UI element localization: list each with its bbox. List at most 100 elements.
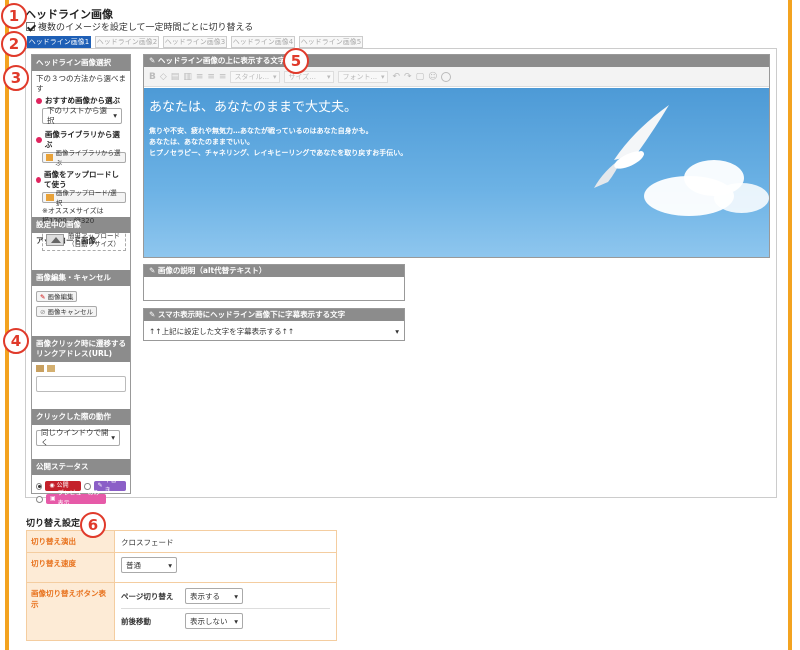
status-preview-pill[interactable]: ▣ プレビューのみ表示 [46,490,106,507]
callout-badge-3: 3 [3,65,29,91]
pencil-icon: ✎ [40,292,46,301]
chevron-down-icon: ▾ [113,111,117,120]
table-row: 切り替え速度 普通 ▾ [26,552,337,583]
cancel-icon: ⊘ [40,307,46,316]
chevron-down-icon: ▾ [168,560,172,570]
link-url-input[interactable] [36,376,126,392]
status-draft-radio[interactable] [84,482,91,490]
image-edit-button[interactable]: ✎ 画像編集 [36,291,78,302]
speed-select[interactable]: 普通 ▾ [121,557,177,573]
status-public-radio[interactable] [36,482,43,490]
select-intro: 下の３つの方法から選べます [36,74,126,93]
style-select[interactable]: スタイル... ▾ [230,70,281,83]
multi-image-toggle[interactable]: 複数のイメージを設定して一定時間ごとに切り替える [26,20,253,33]
prevnext-label: 前後移動 [121,616,151,626]
callout-badge-6: 6 [80,512,106,538]
editor-toolbar: B ◇ ▤ ▥ ≡ ≡ ≡ スタイル... ▾ サイズ... ▾ フォント... ▾ … [144,67,769,87]
status-heading: 公開ステータス [32,459,130,475]
status-preview-radio[interactable] [36,495,43,503]
bullet-dot-icon [36,177,42,183]
speed-select-value: 普通 [126,560,141,570]
click-action-value: 同じウインドウで開く [41,428,109,447]
image-icon[interactable]: ▢ [416,72,425,82]
image-cancel-label: 画像キャンセル [47,307,93,316]
font-select[interactable]: フォント... ▾ [338,70,389,83]
smiley-icon[interactable]: ☺ [428,72,437,82]
effect-value: クロスフェード [114,530,337,553]
link-url-heading: 画像クリック時に遷移するリンクアドレス(URL) [32,336,130,362]
bullet-dot-icon [36,137,42,143]
overlay-text-editor: ✎ ヘッドライン画像の上に表示する文字 B ◇ ▤ ▥ ≡ ≡ ≡ スタイル..… [143,54,770,258]
prevnext-value: 表示しない [190,616,228,626]
image-edit-label: 画像編集 [47,292,74,301]
link-icon[interactable] [36,365,44,372]
right-orange-rail [788,0,792,650]
speed-label: 切り替え速度 [26,552,115,583]
upload-thumbnail-icon [46,234,64,246]
pencil-icon: ✎ [149,56,158,65]
banner-line-3: ヒプノセラピー、チャネリング、レイキヒーリングであなたを取り戻すお手伝い。 [149,149,408,157]
caption-box: ✎ スマホ表示時にヘッドライン画像下に字幕表示する文字 ↑↑上記に設定した文字を… [143,308,405,341]
caption-heading: スマホ表示時にヘッドライン画像下に字幕表示する文字 [157,310,346,319]
unlink-icon[interactable] [47,365,55,372]
tab-headline-2[interactable]: ヘッドライン画像2 [95,36,159,48]
prevnext-select[interactable]: 表示しない ▾ [185,613,243,629]
recommend-label: おすすめ画像から選ぶ [45,96,120,105]
status-preview-label: プレビューのみ表示 [57,490,100,507]
page-switch-label: ページ切り替え [121,591,174,601]
switch-settings-table: 切り替え演出 クロスフェード 切り替え速度 普通 ▾ 画像切り替えボタン表示 ペー… [26,530,337,641]
headline-settings-panel: ヘッドライン画像選択 下の３つの方法から選べます おすすめ画像から選ぶ 下のリス… [25,48,777,507]
upload-button-label: 画像アップロード/選択 [55,188,117,207]
align-right-icon[interactable]: ≡ [219,72,227,82]
chevron-down-icon: ▾ [380,72,385,81]
upload-icon [46,194,54,201]
tab-headline-3[interactable]: ヘッドライン画像3 [163,36,227,48]
multi-image-label: 複数のイメージを設定して一定時間ごとに切り替える [38,23,254,33]
chevron-down-icon: ▾ [234,591,238,601]
image-cancel-button[interactable]: ⊘ 画像キャンセル [36,306,97,317]
seagull-graphic [594,105,669,188]
preview-icon: ▣ [50,495,56,502]
status-draft-label: 下書き [104,477,117,494]
callout-badge-5: 5 [283,48,309,74]
headline-tabs: ヘッドライン画像1 ヘッドライン画像2 ヘッドライン画像3 ヘッドライン画像4 … [27,36,363,48]
banner-body: 焦りや不安、疲れや無気力…あなたが戦っているのはあなた自身かも。 あなたは、あな… [149,126,407,159]
eraser-icon[interactable]: ◇ [160,72,167,82]
multi-image-checkbox[interactable] [26,22,35,31]
undo-icon[interactable]: ↶ [392,72,400,82]
image-select-heading: ヘッドライン画像選択 [32,55,130,71]
click-action-heading: クリックした際の動作 [32,409,130,425]
tab-headline-1[interactable]: ヘッドライン画像1 [27,36,91,48]
chevron-down-icon: ▾ [111,433,115,442]
style-select-value: スタイル... [234,72,270,81]
paste-text-icon[interactable]: ▤ [171,72,180,82]
page-switch-select[interactable]: 表示する ▾ [185,588,243,604]
edit-cancel-heading: 画像編集・キャンセル [32,270,130,286]
redo-icon[interactable]: ↷ [404,72,412,82]
align-left-icon[interactable]: ≡ [196,72,204,82]
cloud-shape [714,183,769,213]
recommend-select-value: 下のリストから選択 [47,106,107,125]
bold-icon[interactable]: B [149,72,156,82]
paste-word-icon[interactable]: ▥ [183,72,192,82]
recommend-select[interactable]: 下のリストから選択 ▾ [42,106,122,125]
button-display-label: 画像切り替えボタン表示 [26,582,115,641]
editor-heading: ヘッドライン画像の上に表示する文字 [157,56,286,65]
image-sidebar: ヘッドライン画像選択 下の３つの方法から選べます おすすめ画像から選ぶ 下のリス… [31,54,131,507]
callout-badge-1: 1 [1,3,27,29]
banner-title: あなたは、あなたのままで大丈夫。 [149,100,358,115]
caption-select[interactable]: ↑↑上記に設定した文字を字幕表示する↑↑ ▾ [144,321,404,341]
chevron-down-icon: ▾ [326,72,331,81]
help-icon[interactable] [441,71,452,82]
alt-text-heading: 画像の説明（alt代替テキスト） [157,266,267,275]
click-action-select[interactable]: 同じウインドウで開く ▾ [36,428,120,447]
align-center-icon[interactable]: ≡ [207,72,215,82]
library-button[interactable]: 画像ライブラリから選ぶ [42,149,126,167]
bullet-dot-icon [36,98,42,104]
upload-button[interactable]: 画像アップロード/選択 [42,189,126,207]
tab-headline-4[interactable]: ヘッドライン画像4 [231,36,295,48]
chevron-down-icon: ▾ [234,616,238,626]
alt-text-input[interactable] [144,277,404,301]
tab-headline-5[interactable]: ヘッドライン画像5 [299,36,363,48]
headline-banner-image: あなたは、あなたのままで大丈夫。 焦りや不安、疲れや無気力…あなたが戦っているの… [144,88,769,257]
